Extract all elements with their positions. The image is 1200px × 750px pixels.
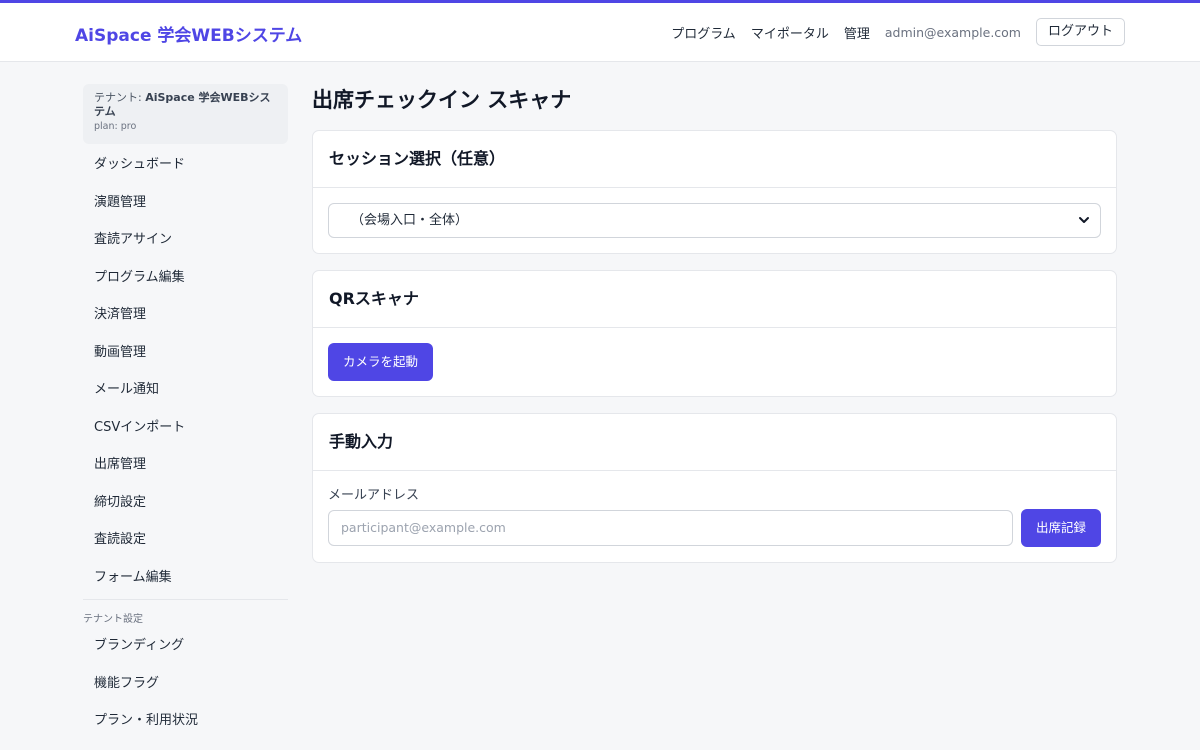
sidebar-item-review-settings[interactable]: 査読設定 [83, 521, 288, 559]
brand-logo[interactable]: AiSpace 学会WEBシステム [75, 21, 302, 46]
sidebar-item-mail[interactable]: メール通知 [83, 371, 288, 409]
sidebar-item-csv-import[interactable]: CSVインポート [83, 409, 288, 447]
sidebar-menu: ダッシュボード 演題管理 査読アサイン プログラム編集 決済管理 動画管理 メー… [83, 146, 288, 596]
logout-button[interactable]: ログアウト [1035, 18, 1125, 46]
user-email: admin@example.com [884, 24, 1021, 40]
session-card-title: セッション選択（任意） [313, 131, 1116, 188]
page-title: 出席チェックイン スキャナ [312, 88, 572, 112]
sidebar-item-dashboard[interactable]: ダッシュボード [83, 146, 288, 184]
sidebar-item-abstracts[interactable]: 演題管理 [83, 184, 288, 222]
session-select[interactable]: （会場入口・全体） [328, 203, 1101, 238]
manual-card-title: 手動入力 [313, 414, 1116, 471]
sidebar-section-tenant-settings: テナント設定 [83, 614, 143, 625]
nav-my-portal[interactable]: マイポータル [751, 23, 829, 42]
qr-scanner-card: QRスキャナ カメラを起動 [312, 270, 1117, 397]
nav-admin[interactable]: 管理 [844, 23, 870, 42]
sidebar: テナント: AiSpace 学会WEBシステム plan: pro ダッシュボー… [83, 84, 288, 740]
tenant-plan: plan: pro [94, 121, 137, 132]
email-field[interactable]: participant@example.com [328, 510, 1013, 546]
qr-card-title: QRスキャナ [313, 271, 1116, 328]
record-attendance-button[interactable]: 出席記録 [1020, 509, 1101, 547]
sidebar-item-plan-usage[interactable]: プラン・利用状況 [83, 702, 288, 740]
sidebar-item-program-edit[interactable]: プログラム編集 [83, 259, 288, 297]
chevron-down-icon [1078, 204, 1090, 250]
session-select-card: セッション選択（任意） （会場入口・全体） [312, 130, 1117, 254]
nav-program[interactable]: プログラム [671, 23, 736, 42]
sidebar-item-videos[interactable]: 動画管理 [83, 334, 288, 372]
sidebar-item-review-assign[interactable]: 査読アサイン [83, 221, 288, 259]
sidebar-item-branding[interactable]: ブランディング [83, 627, 288, 665]
tenant-name-line: テナント: AiSpace 学会WEBシステム [94, 91, 277, 119]
main-content: 出席チェックイン スキャナ セッション選択（任意） （会場入口・全体） QRスキ… [312, 84, 1117, 579]
tenant-prefix: テナント: [94, 91, 146, 104]
sidebar-item-form-edit[interactable]: フォーム編集 [83, 559, 288, 597]
email-field-label: メールアドレス [328, 488, 420, 503]
sidebar-item-payments[interactable]: 決済管理 [83, 296, 288, 334]
top-header: AiSpace 学会WEBシステム プログラム マイポータル 管理 admin@… [0, 0, 1200, 62]
session-select-value: （会場入口・全体） [351, 213, 469, 228]
sidebar-item-feature-flags[interactable]: 機能フラグ [83, 665, 288, 703]
top-nav: プログラム マイポータル 管理 admin@example.com ログアウト [671, 18, 1125, 46]
tenant-info-box: テナント: AiSpace 学会WEBシステム plan: pro [83, 84, 288, 144]
sidebar-item-deadlines[interactable]: 締切設定 [83, 484, 288, 522]
start-camera-button[interactable]: カメラを起動 [328, 343, 434, 381]
sidebar-item-attendance[interactable]: 出席管理 [83, 446, 288, 484]
manual-input-card: 手動入力 メールアドレス participant@example.com 出席記… [312, 413, 1117, 563]
